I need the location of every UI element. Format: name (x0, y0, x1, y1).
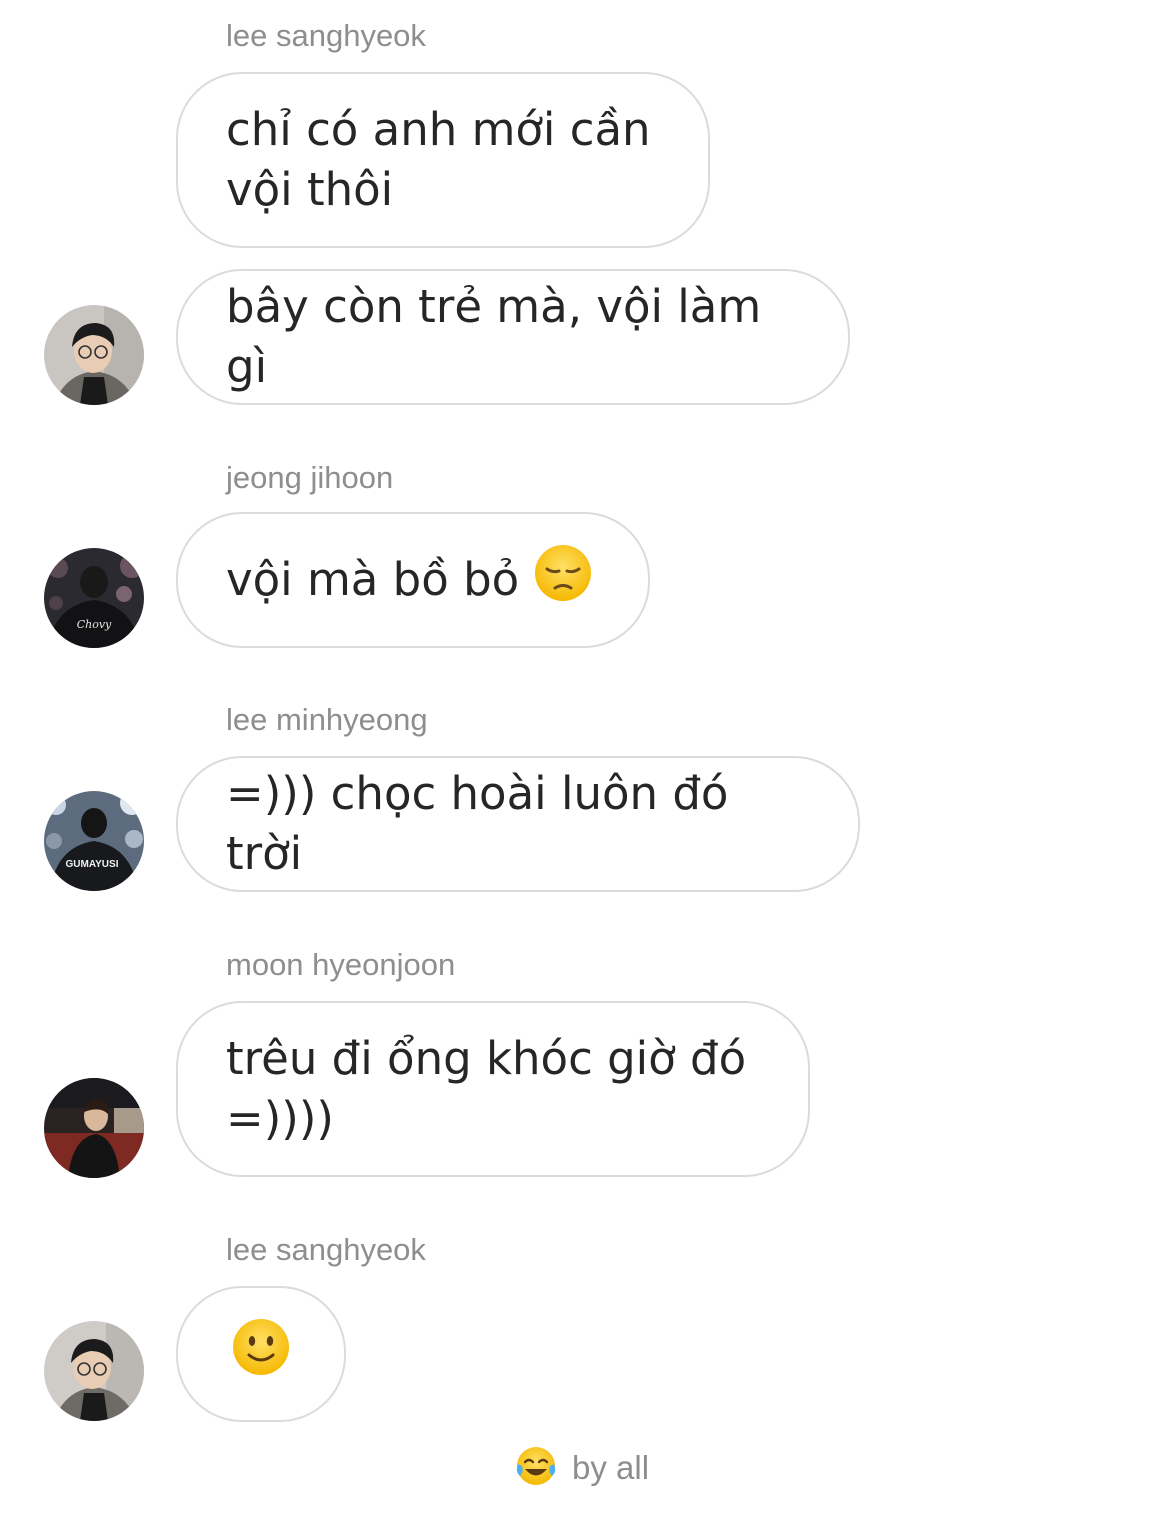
avatar-jeong-jihoon[interactable]: Chovy (44, 548, 144, 648)
message-text: bây còn trẻ mà, vội làm gì (226, 280, 762, 393)
sender-name: jeong jihoon (226, 460, 394, 495)
message-bubble[interactable]: chỉ có anh mới cần vội thôi (176, 72, 710, 248)
avatar-moon-hyeonjoon[interactable] (44, 1078, 144, 1178)
message-bubble[interactable]: trêu đi ổng khóc giờ đó =)))) (176, 1001, 810, 1177)
message-bubble[interactable]: bây còn trẻ mà, vội làm gì (176, 269, 850, 405)
reaction-summary[interactable]: by all (514, 1446, 649, 1490)
sender-name: lee sanghyeok (226, 1232, 426, 1267)
message-text: =))) chọc hoài luôn đó trời (226, 767, 729, 880)
slightly-smiling-face-emoji (231, 1317, 291, 1392)
message-line: vội thôi (226, 163, 394, 216)
message-line: trêu đi ổng khóc giờ đó (226, 1032, 747, 1085)
avatar-lee-sanghyeok[interactable] (44, 1321, 144, 1421)
sender-name: lee sanghyeok (226, 18, 426, 53)
pensive-face-emoji (533, 543, 593, 618)
avatar-lee-sanghyeok[interactable] (44, 305, 144, 405)
message-bubble[interactable]: =))) chọc hoài luôn đó trời (176, 756, 860, 892)
jersey-text: Chovy (77, 618, 112, 631)
reaction-label: by all (572, 1449, 650, 1486)
sender-name: lee minhyeong (226, 702, 428, 737)
message-bubble[interactable] (176, 1286, 346, 1422)
jersey-text: GUMAYUSI (66, 859, 119, 870)
message-line: chỉ có anh mới cần (226, 103, 651, 156)
message-line: =)))) (226, 1092, 334, 1145)
avatar-lee-minhyeong[interactable]: GUMAYUSI (44, 791, 144, 891)
sender-name: moon hyeonjoon (226, 947, 456, 982)
message-text: vội mà bồ bỏ (226, 553, 520, 606)
message-bubble[interactable]: vội mà bồ bỏ (176, 512, 650, 648)
face-with-tears-of-joy-emoji (514, 1444, 558, 1492)
